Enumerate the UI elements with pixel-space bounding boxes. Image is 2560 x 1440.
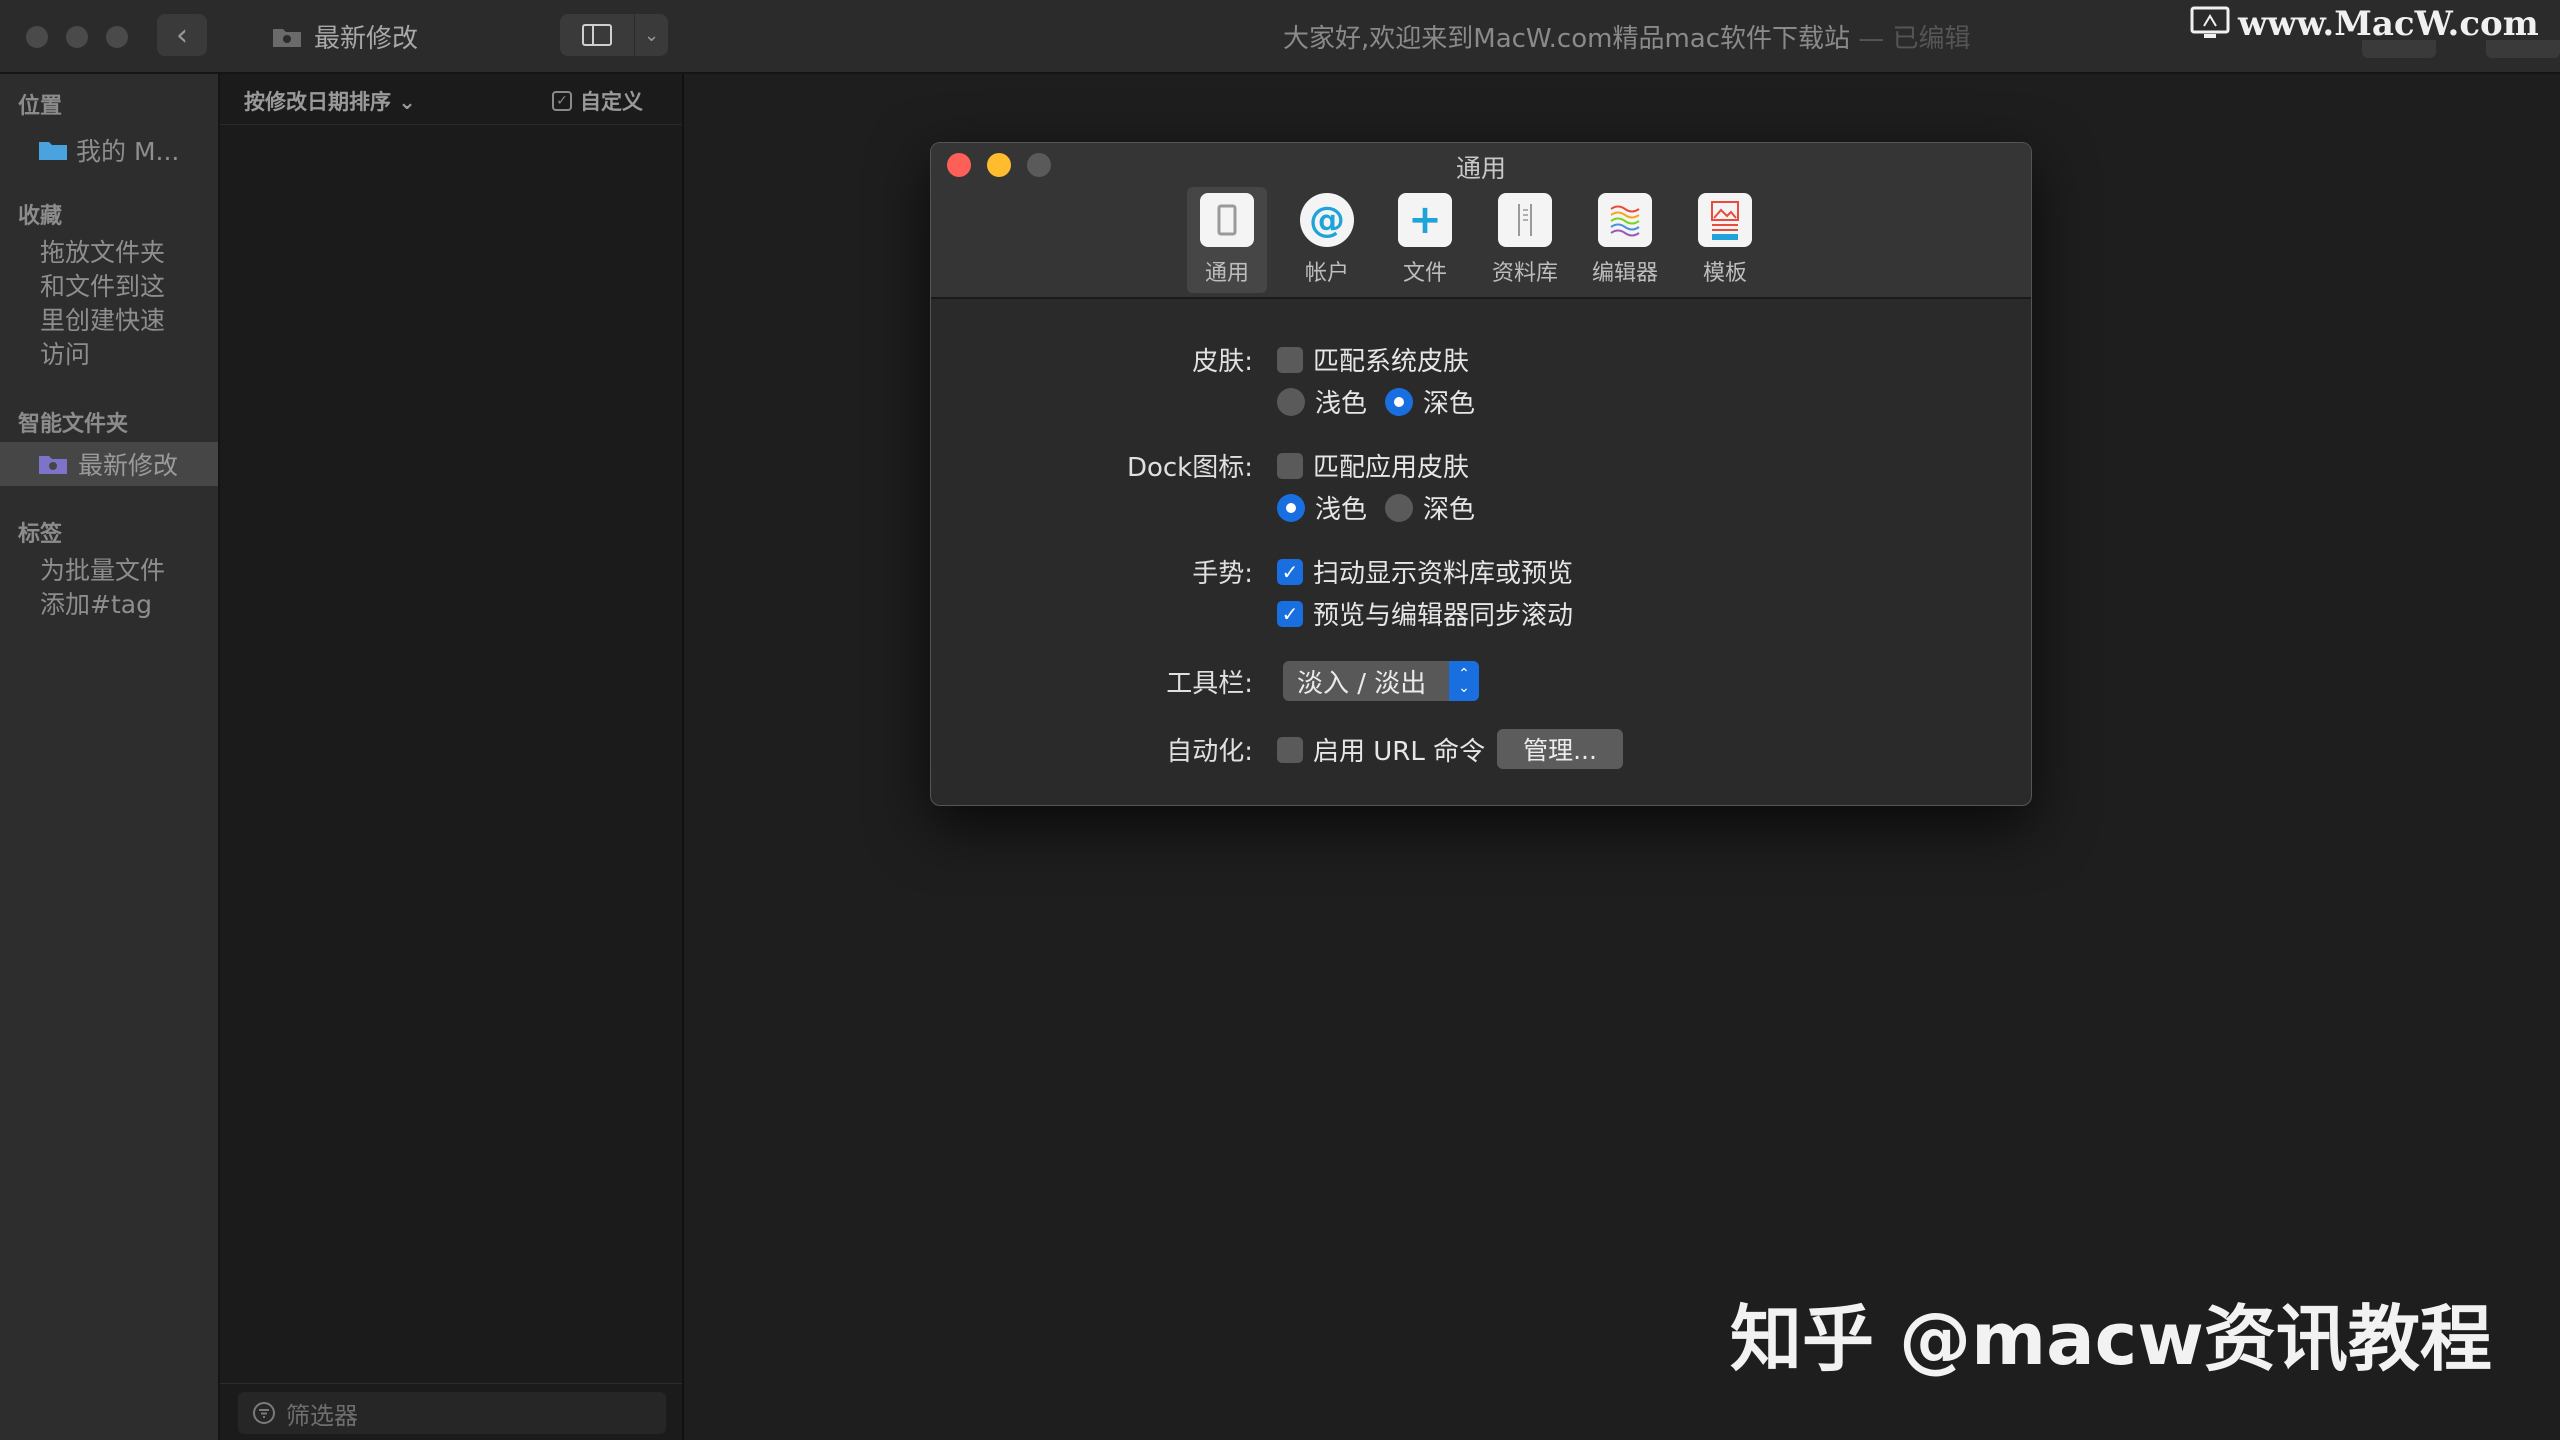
sidebar-header-favorites: 收藏 xyxy=(18,204,63,229)
match-system-skin-checkbox[interactable]: 匹配系统皮肤 xyxy=(1277,341,1469,378)
account-at-icon: @ xyxy=(1300,193,1354,247)
custom-sort-label: 自定义 xyxy=(580,90,643,114)
automation-label: 自动化: xyxy=(1166,737,1253,767)
tags-hint-line: 添加#tag xyxy=(40,590,152,619)
tab-label: 编辑器 xyxy=(1591,261,1658,286)
skin-light-radio[interactable]: 浅色 xyxy=(1277,383,1367,420)
checkbox-unchecked[interactable] xyxy=(1277,452,1303,479)
filter-input[interactable]: 筛选器 xyxy=(238,1392,666,1434)
add-file-icon: + xyxy=(1398,193,1452,247)
checkmark-icon: ✓ xyxy=(552,91,572,111)
zhihu-watermark: 知乎 @macw资讯教程 xyxy=(1730,1297,2492,1381)
radio-label: 深色 xyxy=(1423,389,1476,419)
divider xyxy=(220,1383,682,1384)
tab-label: 文件 xyxy=(1402,261,1447,286)
favorites-hint-line: 拖放文件夹 xyxy=(40,238,166,267)
tab-editor[interactable]: 编辑器 xyxy=(1585,187,1665,293)
preferences-window: 通用 通用 @ 帐户 + 文件 资料库 编辑器 模板 皮肤: Dock图标: 手… xyxy=(930,142,2032,806)
tab-files[interactable]: + 文件 xyxy=(1385,187,1465,293)
chevron-left-icon: ‹ xyxy=(176,17,188,53)
tab-label: 资料库 xyxy=(1491,261,1558,286)
sidebar-item-recently-modified[interactable]: 最新修改 xyxy=(0,442,218,486)
checkmark-icon[interactable]: ✓ xyxy=(1277,558,1303,585)
select-value: 淡入 / 淡出 xyxy=(1297,668,1427,699)
tab-library[interactable]: 资料库 xyxy=(1485,187,1565,293)
up-down-arrows-icon: ⌃ ⌄ xyxy=(1449,661,1479,701)
match-app-skin-checkbox[interactable]: 匹配应用皮肤 xyxy=(1277,447,1469,484)
sidebar-layout-icon xyxy=(582,24,612,46)
radio-label: 浅色 xyxy=(1315,495,1368,525)
filter-placeholder: 筛选器 xyxy=(286,1401,358,1430)
dock-dark-radio[interactable]: 深色 xyxy=(1385,489,1475,526)
radio-unselected[interactable] xyxy=(1385,493,1413,522)
tab-label: 帐户 xyxy=(1304,261,1349,286)
tags-hint-line: 为批量文件 xyxy=(40,556,166,585)
custom-sort-checkbox[interactable]: ✓ 自定义 xyxy=(552,86,643,116)
sort-bar: 按修改日期排序 ⌄ ✓ 自定义 xyxy=(220,74,682,125)
sidebar: 位置 我的 M... 收藏 拖放文件夹 和文件到这 里创建快速 访问 智能文件夹… xyxy=(0,74,220,1440)
checkbox-label: 匹配系统皮肤 xyxy=(1313,347,1470,377)
manage-button[interactable]: 管理... xyxy=(1497,729,1623,769)
layout-toggle-button[interactable]: ⌄ xyxy=(560,14,668,56)
checkbox-unchecked[interactable] xyxy=(1277,736,1303,763)
skin-dark-radio[interactable]: 深色 xyxy=(1385,383,1475,420)
template-icon xyxy=(1698,193,1752,247)
radio-selected[interactable] xyxy=(1385,387,1413,416)
document-title: 大家好,欢迎来到MacW.com精品mac软件下载站 — 已编辑 xyxy=(1283,18,1971,55)
sidebar-item-label: 最新修改 xyxy=(78,451,179,480)
favorites-hint-line: 访问 xyxy=(40,340,91,369)
sidebar-item-label: 我的 M... xyxy=(76,137,180,166)
swipe-gesture-checkbox[interactable]: ✓ 扫动显示资料库或预览 xyxy=(1277,553,1573,590)
zoom-window-button[interactable] xyxy=(106,26,128,48)
checkbox-unchecked[interactable] xyxy=(1277,346,1303,373)
monitor-logo-icon xyxy=(2190,6,2230,38)
smart-folder-icon xyxy=(39,456,67,474)
sidebar-header-location: 位置 xyxy=(18,94,63,119)
radio-unselected[interactable] xyxy=(1277,387,1305,416)
smart-folder-icon xyxy=(273,28,301,47)
enable-url-command-checkbox[interactable]: 启用 URL 命令 xyxy=(1277,731,1485,768)
checkbox-label: 预览与编辑器同步滚动 xyxy=(1313,601,1574,631)
checkbox-label: 扫动显示资料库或预览 xyxy=(1313,559,1574,589)
back-button[interactable]: ‹ xyxy=(157,14,207,56)
tab-account[interactable]: @ 帐户 xyxy=(1287,187,1367,293)
tab-templates[interactable]: 模板 xyxy=(1685,187,1765,293)
favorites-hint-line: 里创建快速 xyxy=(40,306,166,335)
sidebar-header-tags: 标签 xyxy=(18,522,63,547)
sort-dropdown[interactable]: 按修改日期排序 ⌄ xyxy=(244,86,416,116)
sync-scroll-checkbox[interactable]: ✓ 预览与编辑器同步滚动 xyxy=(1277,595,1573,632)
close-window-button[interactable] xyxy=(26,26,48,48)
skin-label: 皮肤: xyxy=(1192,347,1253,377)
radio-selected[interactable] xyxy=(1277,493,1305,522)
window-toolbar: ‹ 最新修改 ⌄ 大家好,欢迎来到MacW.com精品mac软件下载站 — 已编… xyxy=(0,0,2560,74)
editor-icon xyxy=(1598,193,1652,247)
gesture-label: 手势: xyxy=(1192,559,1253,589)
tab-label: 模板 xyxy=(1702,261,1747,286)
preferences-labels: 皮肤: Dock图标: 手势: 工具栏: 自动化: xyxy=(931,143,1253,805)
toolbar-animation-select[interactable]: 淡入 / 淡出 ⌃ ⌄ xyxy=(1283,661,1479,701)
chevron-down-icon[interactable]: ⌄ xyxy=(635,25,668,46)
sidebar-item-my-mac[interactable]: 我的 M... xyxy=(38,132,179,168)
minimize-window-button[interactable] xyxy=(66,26,88,48)
checkbox-label: 启用 URL 命令 xyxy=(1313,737,1486,767)
sidebar-header-smart-folders: 智能文件夹 xyxy=(18,412,129,437)
dock-icon-label: Dock图标: xyxy=(1126,453,1253,483)
site-watermark-text: www.MacW.com xyxy=(2238,4,2539,44)
checkmark-icon[interactable]: ✓ xyxy=(1277,600,1303,627)
note-list-pane: 按修改日期排序 ⌄ ✓ 自定义 筛选器 xyxy=(220,74,684,1440)
document-status: — 已编辑 xyxy=(1858,24,1971,54)
folder-title: 最新修改 xyxy=(272,18,418,55)
favorites-hint-line: 和文件到这 xyxy=(40,272,166,301)
dock-light-radio[interactable]: 浅色 xyxy=(1277,489,1367,526)
document-title-text: 大家好,欢迎来到MacW.com精品mac软件下载站 xyxy=(1283,24,1850,54)
library-icon xyxy=(1498,193,1552,247)
toolbar-label: 工具栏: xyxy=(1166,669,1253,699)
checkbox-label: 匹配应用皮肤 xyxy=(1313,453,1470,483)
filter-icon xyxy=(253,1402,275,1424)
radio-label: 浅色 xyxy=(1315,389,1368,419)
site-watermark: www.MacW.com xyxy=(2190,4,2539,44)
folder-title-text: 最新修改 xyxy=(314,24,419,54)
radio-label: 深色 xyxy=(1423,495,1476,525)
folder-icon xyxy=(39,142,67,160)
